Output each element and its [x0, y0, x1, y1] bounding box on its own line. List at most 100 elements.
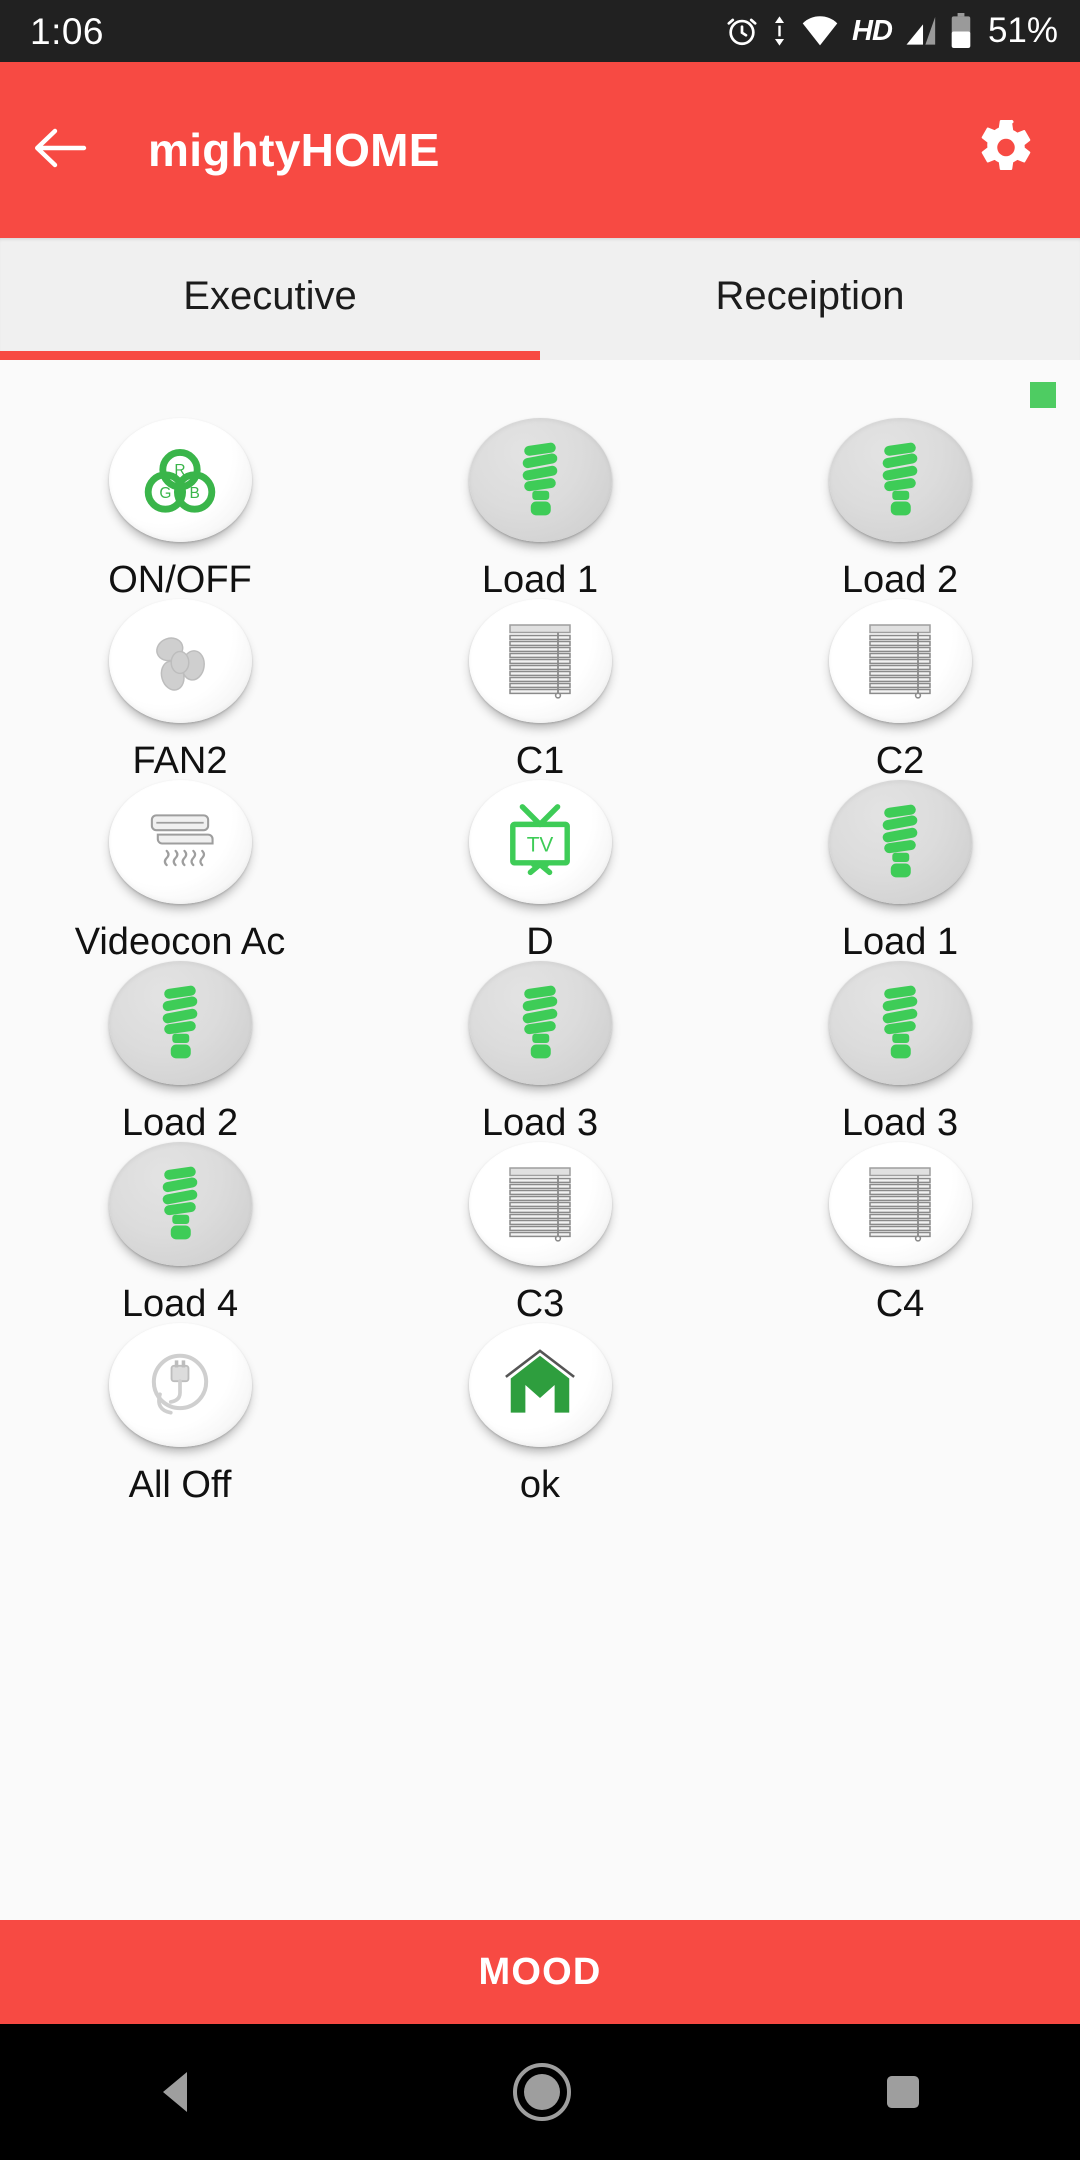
blinds-icon	[505, 622, 575, 700]
device-toggle-button[interactable]: R G B	[108, 418, 252, 542]
device-tile[interactable]: FAN2	[0, 599, 360, 780]
device-toggle-button[interactable]	[108, 1323, 252, 1447]
device-label: All Off	[128, 1464, 232, 1506]
device-tile[interactable]: C3	[360, 1142, 720, 1323]
device-toggle-button[interactable]	[828, 418, 972, 542]
device-toggle-button[interactable]	[468, 961, 612, 1085]
battery-percent-label: 51%	[987, 11, 1058, 50]
alarm-icon	[725, 14, 759, 48]
mood-button[interactable]: MOOD	[0, 1920, 1080, 2024]
android-nav-bar	[0, 2024, 1080, 2160]
status-bar: 1:06 HD 51%	[0, 0, 1080, 62]
device-toggle-button[interactable]	[828, 1142, 972, 1266]
settings-button[interactable]	[976, 118, 1036, 183]
device-label: Load 1	[841, 921, 959, 963]
nav-home-circle-icon[interactable]	[510, 2060, 574, 2124]
device-label: FAN2	[132, 740, 228, 782]
device-label: Load 1	[481, 559, 599, 601]
device-label: C1	[515, 740, 565, 782]
device-tile[interactable]: Load 1	[360, 418, 720, 599]
cfl-bulb-icon	[868, 802, 932, 882]
cfl-bulb-icon	[508, 440, 572, 520]
device-tile[interactable]: Load 3	[360, 961, 720, 1142]
nav-back-triangle-icon[interactable]	[153, 2066, 205, 2118]
back-button[interactable]	[0, 126, 120, 175]
data-transfer-icon	[771, 15, 788, 47]
device-toggle-button[interactable]	[468, 599, 612, 723]
gear-icon	[976, 119, 1036, 182]
signal-icon	[904, 15, 938, 47]
blinds-icon	[865, 622, 935, 700]
device-label: Load 4	[121, 1283, 239, 1325]
device-tile[interactable]: Videocon Ac	[0, 780, 360, 961]
device-toggle-button[interactable]	[468, 418, 612, 542]
power-plug-icon	[140, 1345, 220, 1425]
wifi-icon	[800, 15, 840, 47]
device-tile[interactable]: Load 1	[720, 780, 1080, 961]
hd-icon: HD	[852, 14, 893, 47]
device-tile[interactable]: ok	[360, 1323, 720, 1504]
rgb-logo-icon: R G B	[137, 437, 223, 523]
tab-bar: Executive Receiption	[0, 238, 1080, 360]
fan-icon	[142, 623, 218, 699]
device-label: C4	[875, 1283, 925, 1325]
device-tile[interactable]: C2	[720, 599, 1080, 780]
device-tile[interactable]: TV D	[360, 780, 720, 961]
air-conditioner-icon	[141, 805, 219, 879]
phone-screen: 1:06 HD 51% mightyHOME Executive Receipt…	[0, 0, 1080, 2160]
device-toggle-button[interactable]	[108, 961, 252, 1085]
blinds-icon	[865, 1165, 935, 1243]
device-toggle-button[interactable]	[108, 599, 252, 723]
device-tile[interactable]: C1	[360, 599, 720, 780]
nav-recents-square-icon[interactable]	[879, 2068, 927, 2116]
device-label: Load 2	[841, 559, 959, 601]
device-tile[interactable]: Load 3	[720, 961, 1080, 1142]
device-toggle-button[interactable]	[108, 1142, 252, 1266]
device-grid: R G B ON/OFF Load 1 Load 2 FAN2 C1 C2 Vi…	[0, 418, 1080, 1504]
device-label: ok	[519, 1464, 561, 1506]
device-label: ON/OFF	[108, 559, 252, 601]
device-label: C2	[875, 740, 925, 782]
device-toggle-button[interactable]	[468, 1323, 612, 1447]
device-label: C3	[515, 1283, 565, 1325]
device-toggle-button[interactable]	[828, 961, 972, 1085]
svg-text:B: B	[189, 485, 199, 502]
battery-icon	[950, 13, 972, 49]
tab-receiption-label: Receiption	[715, 273, 905, 318]
device-tile[interactable]: Load 2	[0, 961, 360, 1142]
device-grid-container: R G B ON/OFF Load 1 Load 2 FAN2 C1 C2 Vi…	[0, 360, 1080, 1920]
device-toggle-button[interactable]: TV	[468, 780, 612, 904]
cfl-bulb-icon	[508, 983, 572, 1063]
status-badge	[1030, 382, 1056, 408]
svg-text:TV: TV	[527, 834, 554, 857]
device-label: Load 2	[121, 1102, 239, 1144]
device-tile[interactable]: C4	[720, 1142, 1080, 1323]
device-toggle-button[interactable]	[468, 1142, 612, 1266]
blinds-icon	[505, 1165, 575, 1243]
device-tile[interactable]: All Off	[0, 1323, 360, 1504]
tab-executive[interactable]: Executive	[0, 238, 540, 360]
tv-icon: TV	[498, 802, 582, 882]
arrow-left-icon	[32, 126, 88, 175]
device-tile[interactable]: Load 4	[0, 1142, 360, 1323]
device-label: D	[526, 921, 554, 963]
app-bar: mightyHOME	[0, 62, 1080, 238]
device-toggle-button[interactable]	[108, 780, 252, 904]
cfl-bulb-icon	[148, 1164, 212, 1244]
device-tile[interactable]: R G B ON/OFF	[0, 418, 360, 599]
status-bar-clock: 1:06	[30, 10, 105, 52]
cfl-bulb-icon	[148, 983, 212, 1063]
svg-text:G: G	[159, 485, 171, 502]
cfl-bulb-icon	[868, 440, 932, 520]
device-label: Videocon Ac	[74, 921, 286, 963]
device-label: Load 3	[841, 1102, 959, 1144]
device-toggle-button[interactable]	[828, 599, 972, 723]
device-toggle-button[interactable]	[828, 780, 972, 904]
mood-button-label: MOOD	[478, 1950, 602, 1993]
tab-receiption[interactable]: Receiption	[540, 238, 1080, 360]
device-label: Load 3	[481, 1102, 599, 1144]
tab-executive-label: Executive	[183, 273, 357, 318]
page-title: mightyHOME	[148, 124, 440, 176]
device-tile[interactable]: Load 2	[720, 418, 1080, 599]
home-m-logo-icon	[497, 1346, 583, 1424]
